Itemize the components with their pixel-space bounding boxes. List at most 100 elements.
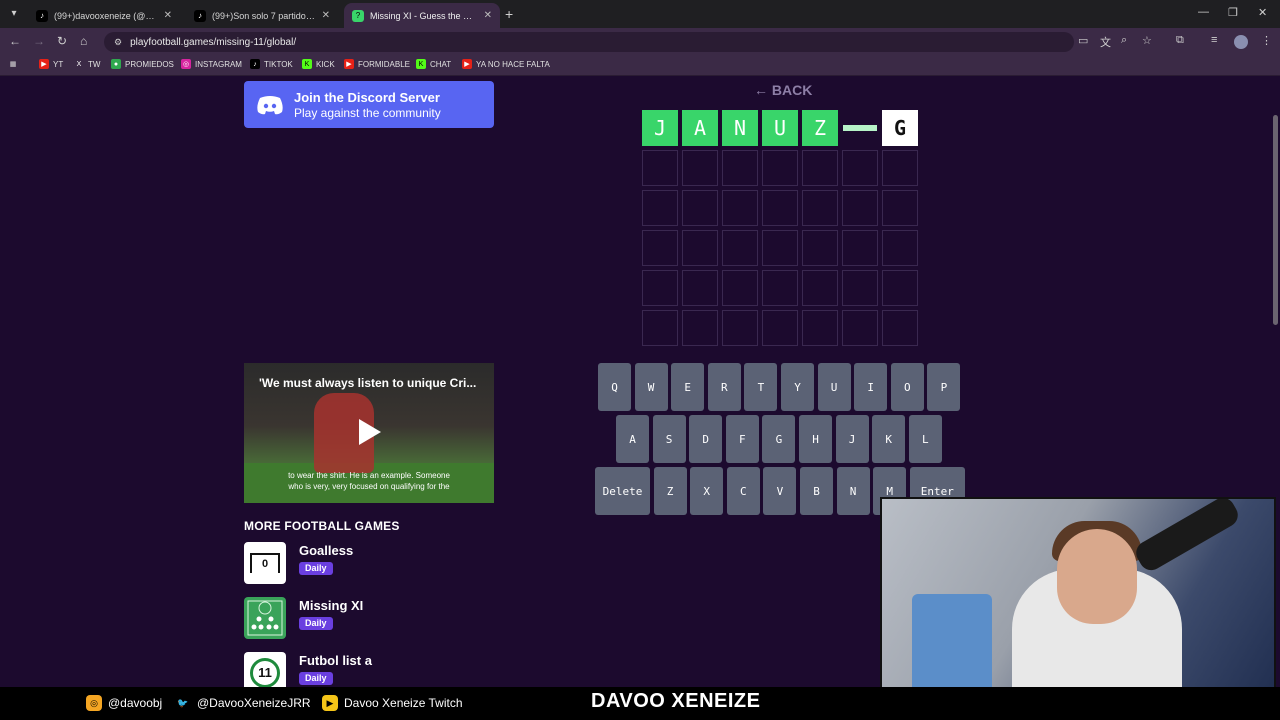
menu-dots-icon[interactable]: ⋮	[1261, 34, 1272, 47]
key-l[interactable]: L	[908, 415, 942, 463]
key-k[interactable]: K	[872, 415, 906, 463]
grid-cell	[842, 230, 878, 266]
back-arrow-icon[interactable]: ←	[9, 34, 21, 48]
stream-brand: DAVOO XENEIZE	[591, 690, 761, 712]
forward-arrow-icon[interactable]: →	[33, 34, 45, 48]
key-v[interactable]: V	[763, 467, 797, 515]
bookmark-formidable[interactable]: ▶ FORMIDABLE	[344, 59, 410, 69]
extensions-icon[interactable]: ⧉	[1176, 34, 1184, 47]
close-icon[interactable]: ✕	[322, 10, 330, 21]
key-q[interactable]: Q	[598, 363, 631, 411]
grid-cell	[642, 230, 678, 266]
key-o[interactable]: O	[890, 363, 924, 411]
grid-cell: A	[682, 110, 718, 146]
key-h[interactable]: H	[799, 415, 832, 463]
key-c[interactable]: C	[726, 467, 760, 515]
scrollbar-thumb[interactable]	[1273, 115, 1278, 325]
key-n[interactable]: N	[836, 467, 870, 515]
key-a[interactable]: A	[616, 415, 649, 463]
key-b[interactable]: B	[800, 467, 833, 515]
grid-cell	[722, 270, 758, 306]
youtube-icon: ▶	[462, 59, 472, 69]
key-y[interactable]: Y	[781, 363, 814, 411]
bookmark-kick[interactable]: K KICK	[302, 59, 335, 69]
discord-banner[interactable]: Join the Discord Server Play against the…	[244, 81, 494, 128]
browser-tab-bar: ▾ ♪ (99+)davooxeneize (@davoox ✕ ♪ (99+)…	[0, 0, 1280, 28]
profile-avatar[interactable]	[1234, 35, 1248, 49]
tab-tiktok-1[interactable]: ♪ (99+)davooxeneize (@davoox ✕	[28, 3, 180, 28]
key-s[interactable]: S	[652, 415, 686, 463]
key-w[interactable]: W	[634, 363, 668, 411]
key-f[interactable]: F	[725, 415, 759, 463]
grid-cell	[642, 150, 678, 186]
youtube-icon: ▶	[39, 59, 49, 69]
discord-title: Join the Discord Server	[294, 89, 440, 105]
bookmark-instagram[interactable]: ◎ INSTAGRAM	[181, 59, 242, 69]
twitter-bird-icon: 🐦	[177, 697, 189, 708]
bookmark-tiktok[interactable]: ♪ TIKTOK	[250, 59, 293, 69]
instagram-handle: ◎ @davoobj	[86, 695, 162, 711]
bookmark-ya-no-hace-falta[interactable]: ▶ YA NO HACE FALTA	[462, 59, 550, 69]
game-missing-xi[interactable]: Missing XI Daily	[244, 597, 494, 639]
bookmark-star-icon[interactable]: ☆	[1142, 34, 1152, 47]
reload-icon[interactable]: ↻	[57, 34, 67, 48]
key-e[interactable]: E	[671, 363, 705, 411]
grid-cell: Z	[802, 110, 838, 146]
game-goalless[interactable]: 0 Goalless Daily	[244, 542, 494, 584]
bookmark-chat[interactable]: K CHAT	[416, 59, 451, 69]
key-g[interactable]: G	[762, 415, 796, 463]
grid-cell	[682, 230, 718, 266]
grid-cell	[802, 270, 838, 306]
bookmark-promiedos[interactable]: ● PROMIEDOS	[111, 59, 174, 69]
play-icon[interactable]	[359, 419, 381, 445]
tab-search-icon[interactable]: ▾	[6, 6, 22, 22]
close-icon[interactable]: ✕	[164, 10, 172, 21]
grid-cell	[682, 310, 718, 346]
close-icon[interactable]: ✕	[484, 10, 492, 21]
promiedos-icon: ●	[111, 59, 121, 69]
tab-missing-xi[interactable]: ? Missing XI - Guess the Starting ✕	[344, 3, 500, 28]
tab-tiktok-2[interactable]: ♪ (99+)Son solo 7 partidos | #cr7 ✕	[186, 3, 338, 28]
bookmark-yt[interactable]: ▶ YT	[39, 59, 63, 69]
goal-icon: 0	[244, 542, 286, 584]
home-icon[interactable]: ⌂	[80, 34, 87, 48]
bookmark-tw[interactable]: X TW	[74, 59, 101, 69]
grid-cell	[802, 230, 838, 266]
grid-cell	[642, 270, 678, 306]
key-j[interactable]: J	[835, 415, 869, 463]
grid-cell	[722, 190, 758, 226]
grid-cell	[642, 190, 678, 226]
url-text: playfootball.games/missing-11/global/	[130, 36, 297, 48]
key-r[interactable]: R	[707, 363, 741, 411]
new-tab-icon[interactable]: +	[505, 6, 513, 22]
key-delete[interactable]: Delete	[595, 467, 650, 515]
translate-icon[interactable]: 文	[1100, 34, 1111, 50]
lineup-icon	[244, 597, 286, 639]
grid-cell	[842, 110, 878, 146]
apps-grid-icon[interactable]: ▦	[8, 59, 22, 69]
window-close-icon[interactable]: ✕	[1258, 6, 1267, 19]
kick-icon: K	[416, 59, 426, 69]
grid-cell: U	[762, 110, 798, 146]
key-p[interactable]: P	[927, 363, 961, 411]
key-z[interactable]: Z	[653, 467, 687, 515]
daily-badge: Daily	[299, 562, 333, 575]
key-x[interactable]: X	[690, 467, 724, 515]
instagram-icon: ◎	[86, 695, 102, 711]
address-bar[interactable]: ⚙ playfootball.games/missing-11/global/	[104, 32, 1074, 52]
grid-cell	[882, 150, 918, 186]
key-d[interactable]: D	[689, 415, 723, 463]
back-link[interactable]: ← BACK	[754, 82, 812, 98]
zoom-icon[interactable]: ⌕	[1121, 34, 1127, 47]
key-u[interactable]: U	[817, 363, 851, 411]
cast-icon[interactable]: ▭	[1078, 34, 1088, 47]
grid-cell	[842, 270, 878, 306]
key-t[interactable]: T	[744, 363, 778, 411]
minimize-icon[interactable]: —	[1198, 6, 1209, 18]
key-i[interactable]: I	[854, 363, 888, 411]
video-player[interactable]: 'We must always listen to unique Cri... …	[244, 363, 494, 503]
instagram-icon: ◎	[181, 59, 191, 69]
site-info-icon[interactable]: ⚙	[114, 37, 122, 48]
maximize-icon[interactable]: ❐	[1228, 6, 1238, 19]
media-controls-icon[interactable]: ≡	[1211, 34, 1217, 46]
